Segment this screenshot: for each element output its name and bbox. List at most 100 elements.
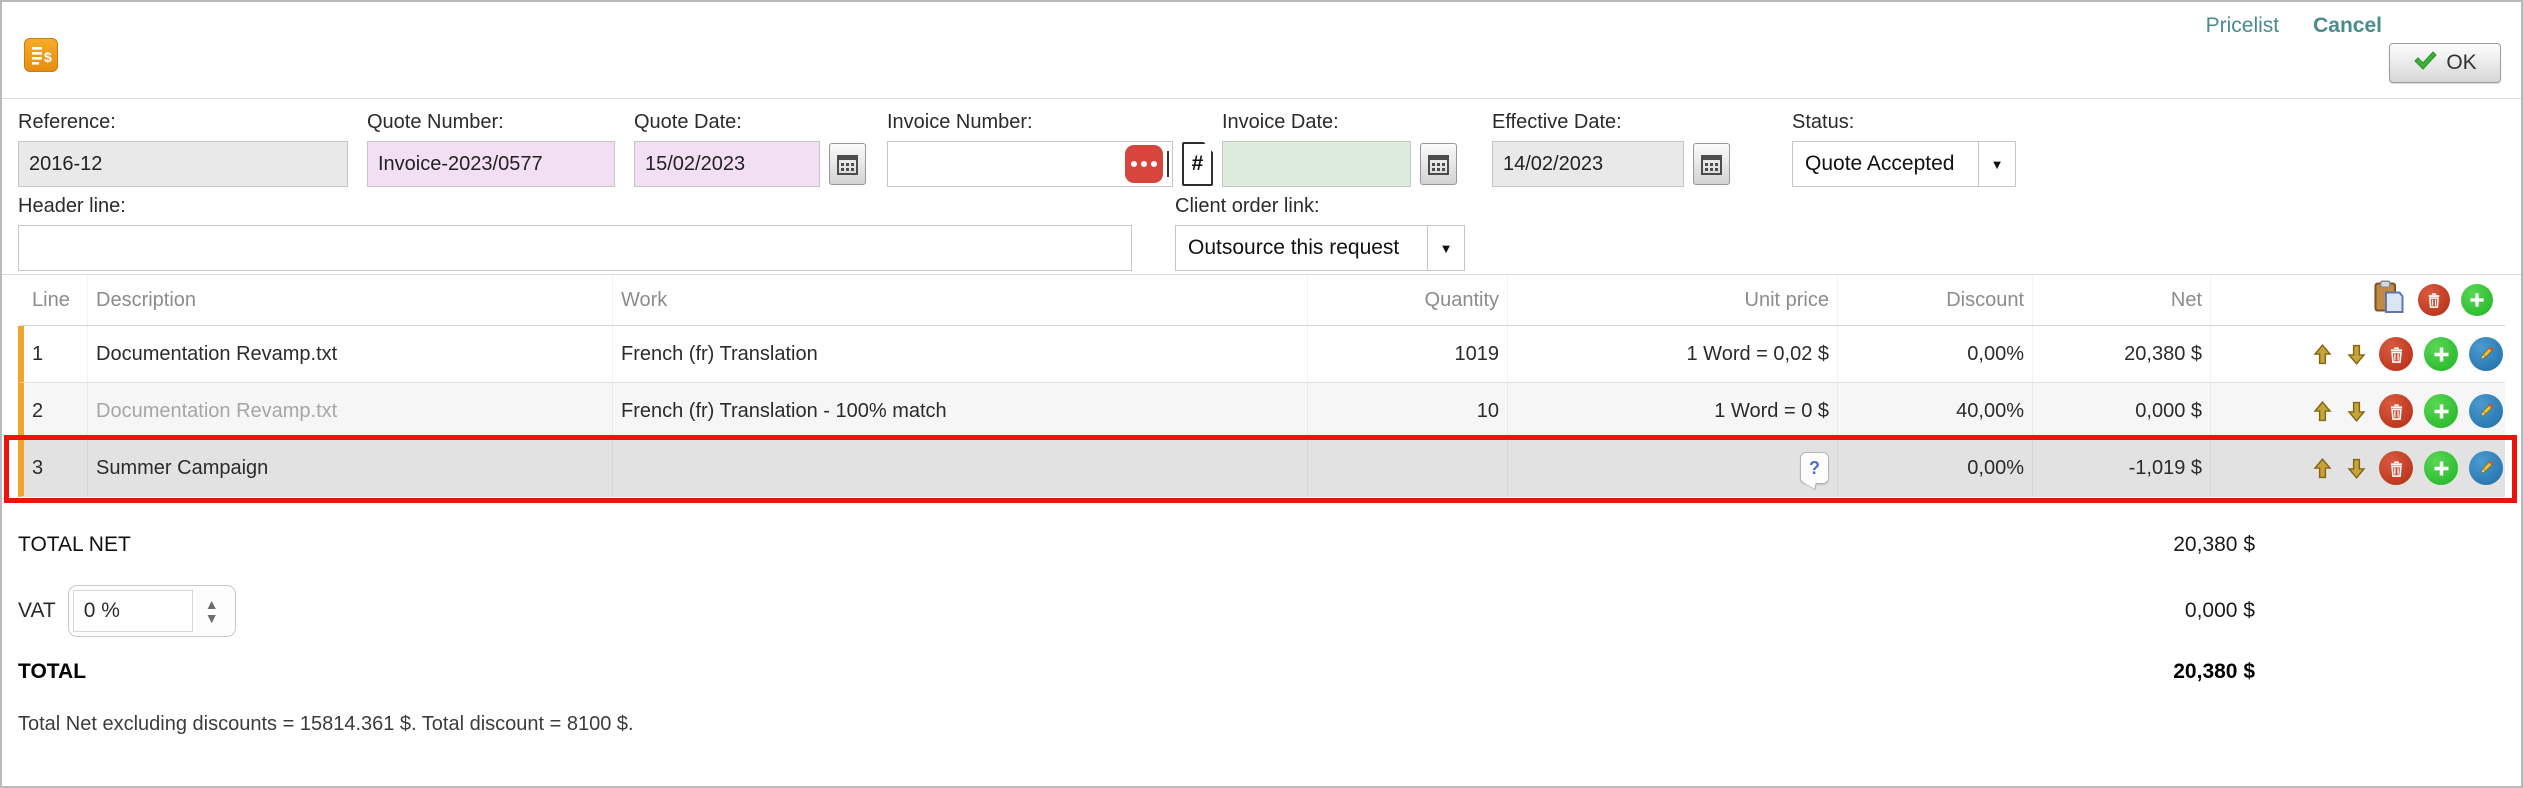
cell-net: 20,380 $ [2033, 326, 2211, 382]
delete-icon[interactable] [2379, 337, 2413, 371]
reference-label: Reference: [18, 111, 348, 134]
client-order-link-field-group: Client order link: Outsource this reques… [1175, 195, 1465, 271]
move-down-icon[interactable] [2345, 343, 2368, 366]
ok-button[interactable]: OK [2389, 43, 2501, 83]
table-row: 1 Documentation Revamp.txt French (fr) T… [18, 326, 2505, 383]
cell-discount: 0,00% [1838, 440, 2033, 496]
table-header-row: Line Description Work Quantity Unit pric… [18, 275, 2505, 326]
cell-line: 1 [24, 326, 88, 382]
reference-input[interactable] [18, 141, 348, 187]
delete-icon[interactable] [2379, 451, 2413, 485]
reference-field-group: Reference: [18, 111, 348, 187]
totals-section: TOTAL NET 20,380 $ VAT 0 % ▲ ▼ 0,000 $ T… [2, 530, 2521, 736]
cell-line: 3 [24, 440, 88, 496]
quote-date-label: Quote Date: [634, 111, 866, 134]
delete-icon[interactable] [2379, 394, 2413, 428]
add-line-icon[interactable] [2461, 284, 2493, 316]
cell-quantity [1308, 440, 1508, 496]
client-order-link-label: Client order link: [1175, 195, 1465, 218]
quote-date-input[interactable] [634, 141, 820, 187]
invoice-icon: $ [24, 38, 58, 72]
total-value: 20,380 $ [2173, 660, 2255, 684]
header-line-label: Header line: [18, 195, 1132, 218]
effective-date-field-group: Effective Date: [1492, 111, 1730, 187]
total-net-label: TOTAL NET [18, 533, 131, 557]
status-field-group: Status: Quote Accepted ▼ [1792, 111, 2016, 187]
top-bar: $ Pricelist Cancel OK [2, 2, 2521, 99]
autofill-icon[interactable] [1125, 145, 1163, 183]
invoice-date-label: Invoice Date: [1222, 111, 1457, 134]
vat-label: VAT [18, 599, 56, 623]
status-label: Status: [1792, 111, 2016, 134]
edit-icon[interactable] [2469, 451, 2503, 485]
help-icon[interactable]: ? [1800, 452, 1829, 484]
cell-net: -1,019 $ [2033, 440, 2211, 496]
header-description: Description [88, 275, 613, 325]
header-net: Net [2033, 275, 2211, 325]
quote-number-input[interactable] [367, 141, 615, 187]
cell-work: French (fr) Translation - 100% match [613, 383, 1308, 439]
invoice-number-label: Invoice Number: [887, 111, 1213, 134]
quote-number-field-group: Quote Number: [367, 111, 615, 187]
move-down-icon[interactable] [2345, 457, 2368, 480]
quote-number-label: Quote Number: [367, 111, 615, 134]
invoice-number-field-group: Invoice Number: # [887, 111, 1213, 187]
cell-unit-price: ? [1508, 440, 1838, 496]
edit-icon[interactable] [2469, 337, 2503, 371]
move-up-icon[interactable] [2311, 343, 2334, 366]
cancel-link[interactable]: Cancel [2313, 14, 2382, 38]
edit-icon[interactable] [2469, 394, 2503, 428]
svg-text:$: $ [44, 49, 52, 65]
move-up-icon[interactable] [2311, 457, 2334, 480]
cell-quantity: 10 [1308, 383, 1508, 439]
header-work: Work [613, 275, 1308, 325]
vat-spinner[interactable]: 0 % ▲ ▼ [68, 585, 236, 637]
header-quantity: Quantity [1308, 275, 1508, 325]
calendar-icon [836, 153, 859, 176]
move-down-icon[interactable] [2345, 400, 2368, 423]
cell-work [613, 440, 1308, 496]
effective-date-calendar-button[interactable] [1693, 143, 1730, 185]
spinner-up-icon[interactable]: ▲ [205, 597, 219, 611]
cell-description: Documentation Revamp.txt [88, 383, 613, 439]
hash-icon: # [1192, 152, 1204, 176]
cell-description: Summer Campaign [88, 440, 613, 496]
spinner-down-icon[interactable]: ▼ [205, 611, 219, 625]
add-icon[interactable] [2424, 337, 2458, 371]
header-line-input[interactable] [18, 225, 1132, 271]
pricelist-link[interactable]: Pricelist [2206, 14, 2280, 38]
line-items-table: Line Description Work Quantity Unit pric… [2, 274, 2521, 497]
invoice-date-input[interactable] [1222, 141, 1411, 187]
paste-icon[interactable] [2371, 279, 2407, 321]
header-line-field-group: Header line: [18, 195, 1132, 271]
status-value: Quote Accepted [1793, 142, 1978, 186]
total-net-value: 20,380 $ [2173, 533, 2255, 557]
cell-unit-price: 1 Word = 0 $ [1508, 383, 1838, 439]
cell-work: French (fr) Translation [613, 326, 1308, 382]
table-row-selected: 3 Summer Campaign ? 0,00% -1,019 $ [18, 440, 2505, 497]
cell-net: 0,000 $ [2033, 383, 2211, 439]
dropdown-arrow-icon: ▼ [1427, 226, 1464, 270]
move-up-icon[interactable] [2311, 400, 2334, 423]
delete-all-icon[interactable] [2418, 284, 2450, 316]
generate-number-button[interactable]: # [1182, 142, 1213, 186]
effective-date-label: Effective Date: [1492, 111, 1730, 134]
cell-quantity: 1019 [1308, 326, 1508, 382]
invoice-date-calendar-button[interactable] [1420, 143, 1457, 185]
client-order-link-select[interactable]: Outsource this request ▼ [1175, 225, 1465, 271]
ok-check-icon [2413, 49, 2437, 77]
header-line: Line [24, 275, 88, 325]
add-icon[interactable] [2424, 394, 2458, 428]
quote-editor-window: $ Pricelist Cancel OK Reference: [0, 0, 2523, 788]
status-select[interactable]: Quote Accepted ▼ [1792, 141, 2016, 187]
client-order-link-value: Outsource this request [1176, 226, 1427, 270]
quote-date-calendar-button[interactable] [829, 143, 866, 185]
add-icon[interactable] [2424, 451, 2458, 485]
cell-unit-price: 1 Word = 0,02 $ [1508, 326, 1838, 382]
dropdown-arrow-icon: ▼ [1978, 142, 2015, 186]
total-label: TOTAL [18, 660, 86, 684]
effective-date-input[interactable] [1492, 141, 1684, 187]
cell-discount: 0,00% [1838, 326, 2033, 382]
vat-amount-value: 0,000 $ [2185, 599, 2255, 623]
vat-value-box[interactable]: 0 % [73, 590, 193, 632]
